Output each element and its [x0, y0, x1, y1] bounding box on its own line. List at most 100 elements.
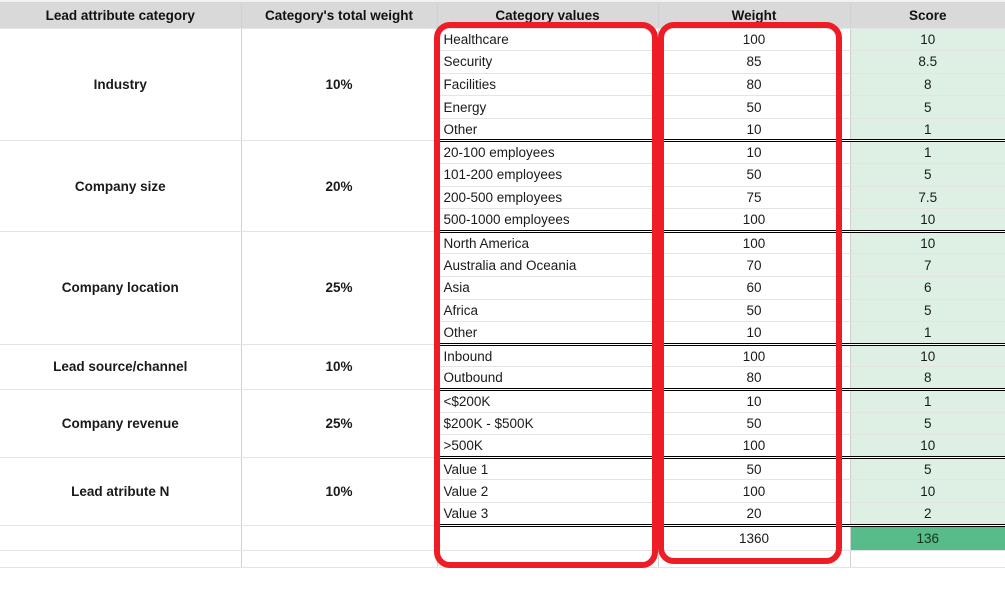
category-value-cell[interactable]: Value 2 [437, 479, 659, 503]
column-header-score[interactable]: Score [850, 3, 1005, 29]
category-value-cell[interactable]: <$200K [437, 389, 659, 413]
category-name-cell[interactable]: Lead atribute N [0, 456, 242, 526]
table-row: Lead atribute N 10% Value 1 50 5 [0, 456, 1005, 526]
value-weight-cell[interactable]: 50 [658, 163, 851, 187]
table-header-row: Lead attribute category Category's total… [0, 3, 1005, 29]
value-score-cell[interactable]: 5 [850, 412, 1005, 436]
value-weight-cell[interactable]: 20 [658, 502, 851, 527]
value-score-cell[interactable]: 6 [850, 276, 1005, 300]
empty-cell[interactable] [850, 550, 1005, 568]
category-value-cell[interactable]: Healthcare [437, 27, 659, 52]
category-name-cell[interactable]: Industry [0, 27, 242, 142]
category-value-cell[interactable]: Inbound [437, 343, 659, 368]
spreadsheet-sheet: Lead attribute category Category's total… [0, 0, 1005, 597]
category-name-cell[interactable]: Company location [0, 230, 242, 345]
value-score-cell[interactable]: 10 [850, 343, 1005, 368]
value-weight-cell[interactable]: 50 [658, 412, 851, 436]
value-score-cell[interactable]: 1 [850, 118, 1005, 143]
empty-cell[interactable] [241, 550, 438, 568]
value-weight-cell[interactable]: 50 [658, 299, 851, 323]
value-score-cell[interactable]: 10 [850, 434, 1005, 459]
category-value-cell[interactable]: 101-200 employees [437, 163, 659, 187]
value-score-cell[interactable]: 7 [850, 253, 1005, 278]
table-row: Company revenue 25% <$200K 10 1 [0, 389, 1005, 458]
category-total-weight-cell[interactable]: 25% [241, 230, 438, 345]
value-weight-cell[interactable]: 80 [658, 73, 851, 97]
category-value-cell[interactable]: Value 1 [437, 456, 659, 481]
empty-cell[interactable] [437, 550, 659, 568]
value-score-cell[interactable]: 5 [850, 163, 1005, 187]
category-value-cell[interactable]: Other [437, 118, 659, 143]
category-value-cell[interactable]: Asia [437, 276, 659, 300]
value-score-cell[interactable]: 1 [850, 321, 1005, 346]
value-weight-cell[interactable]: 10 [658, 118, 851, 143]
category-name-cell[interactable]: Company size [0, 140, 242, 232]
value-score-cell[interactable]: 8 [850, 73, 1005, 97]
value-score-cell[interactable]: 8 [850, 366, 1005, 391]
value-weight-cell[interactable]: 10 [658, 140, 851, 165]
value-score-cell[interactable]: 5 [850, 95, 1005, 119]
table-row: Industry 10% Healthcare 100 10 [0, 27, 1005, 142]
value-score-cell[interactable]: 10 [850, 230, 1005, 255]
totals-score-cell[interactable]: 136 [850, 525, 1005, 551]
category-value-cell[interactable]: Security [437, 50, 659, 74]
category-value-cell[interactable]: 500-1000 employees [437, 208, 659, 233]
category-value-cell[interactable]: 200-500 employees [437, 186, 659, 210]
category-value-cell[interactable]: >500K [437, 434, 659, 459]
category-value-cell[interactable]: Outbound [437, 366, 659, 391]
value-score-cell[interactable]: 10 [850, 208, 1005, 233]
value-score-cell[interactable]: 5 [850, 456, 1005, 481]
empty-cell[interactable] [658, 550, 851, 568]
category-value-cell[interactable]: Australia and Oceania [437, 253, 659, 278]
category-total-weight-cell[interactable]: 10% [241, 456, 438, 526]
category-value-cell[interactable]: North America [437, 230, 659, 255]
value-weight-cell[interactable]: 75 [658, 186, 851, 210]
value-weight-cell[interactable]: 100 [658, 343, 851, 368]
value-weight-cell[interactable]: 100 [658, 434, 851, 459]
value-score-cell[interactable]: 7.5 [850, 186, 1005, 210]
value-weight-cell[interactable]: 80 [658, 366, 851, 391]
category-value-cell[interactable]: Value 3 [437, 502, 659, 527]
empty-cell[interactable] [0, 550, 242, 568]
value-weight-cell[interactable]: 100 [658, 27, 851, 52]
column-header-values[interactable]: Category values [437, 3, 659, 29]
column-header-weight[interactable]: Weight [658, 3, 851, 29]
value-score-cell[interactable]: 10 [850, 479, 1005, 503]
value-weight-cell[interactable]: 10 [658, 321, 851, 346]
value-weight-cell[interactable]: 60 [658, 276, 851, 300]
category-name-cell[interactable]: Lead source/channel [0, 343, 242, 391]
value-score-cell[interactable]: 5 [850, 299, 1005, 323]
category-name-cell[interactable]: Company revenue [0, 389, 242, 458]
totals-value-cell[interactable] [437, 525, 659, 551]
value-weight-cell[interactable]: 100 [658, 208, 851, 233]
value-score-cell[interactable]: 8.5 [850, 50, 1005, 74]
category-total-weight-cell[interactable]: 20% [241, 140, 438, 232]
value-score-cell[interactable]: 2 [850, 502, 1005, 527]
category-total-weight-cell[interactable]: 25% [241, 389, 438, 458]
totals-weight-cell[interactable]: 1360 [658, 525, 851, 551]
category-total-weight-cell[interactable]: 10% [241, 343, 438, 391]
category-value-cell[interactable]: Other [437, 321, 659, 346]
value-weight-cell[interactable]: 50 [658, 456, 851, 481]
totals-weight-pct-cell[interactable] [241, 525, 438, 551]
value-score-cell[interactable]: 1 [850, 140, 1005, 165]
value-weight-cell[interactable]: 85 [658, 50, 851, 74]
value-weight-cell[interactable]: 100 [658, 479, 851, 503]
category-value-cell[interactable]: Energy [437, 95, 659, 119]
table-row: Company size 20% 20-100 employees 10 1 [0, 140, 1005, 232]
value-weight-cell[interactable]: 100 [658, 230, 851, 255]
totals-category-cell[interactable] [0, 525, 242, 551]
category-value-cell[interactable]: Facilities [437, 73, 659, 97]
table-row: Lead source/channel 10% Inbound 100 10 [0, 343, 1005, 391]
value-weight-cell[interactable]: 10 [658, 389, 851, 413]
value-score-cell[interactable]: 10 [850, 27, 1005, 52]
column-header-category[interactable]: Lead attribute category [0, 3, 242, 29]
value-weight-cell[interactable]: 50 [658, 95, 851, 119]
category-value-cell[interactable]: 20-100 employees [437, 140, 659, 165]
column-header-weight-pct[interactable]: Category's total weight [241, 3, 438, 29]
value-score-cell[interactable]: 1 [850, 389, 1005, 413]
category-total-weight-cell[interactable]: 10% [241, 27, 438, 142]
value-weight-cell[interactable]: 70 [658, 253, 851, 278]
category-value-cell[interactable]: Africa [437, 299, 659, 323]
category-value-cell[interactable]: $200K - $500K [437, 412, 659, 436]
